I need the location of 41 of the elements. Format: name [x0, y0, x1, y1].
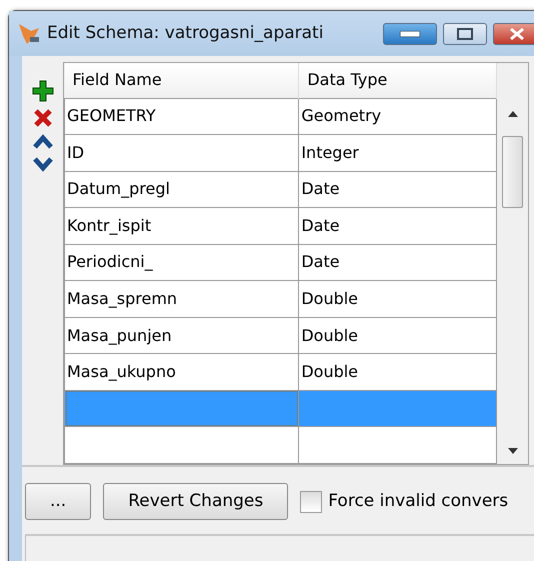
close-button[interactable]: [493, 22, 534, 44]
data-type-cell[interactable]: Date: [298, 171, 496, 208]
app-icon: [17, 22, 41, 46]
field-name-cell[interactable]: GEOMETRY: [64, 98, 299, 135]
minimize-icon: [400, 30, 420, 36]
scroll-down-icon[interactable]: [508, 448, 518, 454]
data-type-cell[interactable]: Integer: [298, 134, 496, 172]
field-name-cell[interactable]: Datum_pregl: [64, 171, 299, 208]
delete-icon[interactable]: [32, 108, 52, 128]
browse-button[interactable]: ...: [25, 483, 92, 520]
column-header[interactable]: Field Name: [64, 63, 299, 98]
move-up-icon[interactable]: [32, 134, 52, 150]
data-type-cell[interactable]: Double: [298, 280, 496, 318]
field-name-cell[interactable]: [64, 426, 299, 464]
revert-button[interactable]: Revert Changes: [103, 483, 288, 520]
data-type-cell[interactable]: Date: [298, 208, 496, 244]
data-type-cell[interactable]: Double: [298, 354, 496, 390]
scroll-thumb[interactable]: [502, 136, 523, 208]
data-type-cell[interactable]: Double: [298, 317, 496, 354]
field-name-cell[interactable]: [64, 390, 299, 427]
window-title: Edit Schema: vatrogasni_aparati: [47, 22, 324, 45]
maximize-icon: [457, 28, 473, 40]
minimize-button[interactable]: [383, 22, 437, 44]
add-icon[interactable]: [32, 80, 54, 102]
column-header[interactable]: Data Type: [298, 63, 496, 98]
data-type-cell[interactable]: [298, 426, 496, 464]
maximize-button[interactable]: [443, 22, 487, 44]
field-name-cell[interactable]: Masa_ukupno: [64, 354, 299, 390]
checkbox-label: Force invalid convers: [328, 490, 508, 513]
field-name-cell[interactable]: Masa_punjen: [64, 317, 299, 354]
data-type-cell[interactable]: Geometry: [298, 98, 496, 135]
field-name-cell[interactable]: Periodicni_: [64, 244, 299, 281]
field-name-cell[interactable]: ID: [64, 134, 299, 172]
scroll-up-icon[interactable]: [508, 111, 518, 117]
close-icon: [509, 26, 525, 40]
field-name-cell[interactable]: Masa_spremn: [64, 280, 299, 318]
data-type-cell[interactable]: [298, 390, 496, 427]
data-type-cell[interactable]: Date: [298, 244, 496, 281]
field-name-cell[interactable]: Kontr_ispit: [64, 208, 299, 244]
move-down-icon[interactable]: [32, 156, 52, 172]
checkbox[interactable]: [300, 490, 322, 512]
